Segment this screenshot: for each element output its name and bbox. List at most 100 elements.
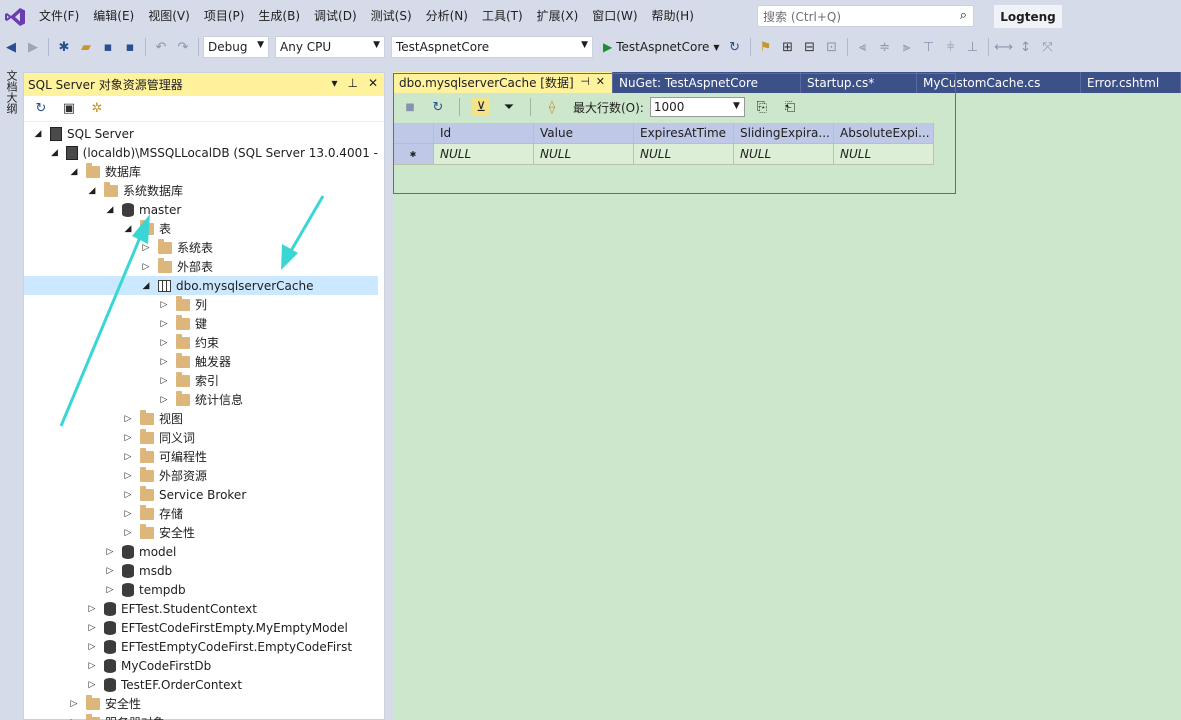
menu-item[interactable]: 生成(B): [251, 0, 307, 33]
menu-item[interactable]: 调试(D): [307, 0, 364, 33]
make-same-height-icon[interactable]: ↕: [1017, 38, 1035, 56]
solution-platform-dropdown[interactable]: Any CPU ▼: [275, 36, 385, 58]
expand-arrow-icon[interactable]: ▷: [158, 338, 170, 348]
column-header[interactable]: Value: [534, 123, 634, 144]
grid-cell[interactable]: NULL: [634, 144, 734, 165]
tree-node[interactable]: ▷ 键: [24, 314, 378, 333]
menu-item[interactable]: 工具(T): [475, 0, 530, 33]
redo-icon[interactable]: ↷: [174, 38, 192, 56]
document-tab[interactable]: NuGet: TestAspnetCore: [613, 72, 801, 93]
tree-node[interactable]: ▷服务器对象: [24, 713, 378, 720]
column-header[interactable]: AbsoluteExpi...: [834, 123, 934, 144]
grid-corner[interactable]: [393, 123, 434, 144]
account-button[interactable]: Logteng: [994, 5, 1062, 28]
tree-node[interactable]: ▷ Service Broker: [24, 485, 378, 504]
new-project-icon[interactable]: ✱: [55, 38, 73, 56]
tree-node[interactable]: ▷ EFTestEmptyCodeFirst.EmptyCodeFirst: [24, 637, 378, 656]
tree-node[interactable]: ▷ 安全性: [24, 523, 378, 542]
tree-node[interactable]: ▷ msdb: [24, 561, 378, 580]
add-server-icon[interactable]: ▣: [60, 100, 78, 118]
pin-icon[interactable]: ⊥: [347, 76, 357, 90]
make-same-size-icon[interactable]: ⤧: [1039, 38, 1057, 56]
search-icon[interactable]: ⌕: [960, 8, 967, 23]
tree-node[interactable]: ◢ SQL Server: [24, 124, 378, 143]
navigate-back-icon[interactable]: ◀: [2, 38, 20, 56]
undo-icon[interactable]: ↶: [152, 38, 170, 56]
startup-project-dropdown[interactable]: TestAspnetCore ▼: [391, 36, 593, 58]
expand-arrow-icon[interactable]: ▷: [158, 357, 170, 367]
visual-studio-logo-icon[interactable]: [2, 4, 28, 30]
tree-node[interactable]: ◢ master: [24, 200, 378, 219]
menu-item[interactable]: 编辑(E): [86, 0, 141, 33]
tree-node[interactable]: ▷ 外部资源: [24, 466, 378, 485]
align-center-icon[interactable]: ≑: [876, 38, 894, 56]
tree-node[interactable]: ▷ 可编程性: [24, 447, 378, 466]
document-outline-tab[interactable]: 文档大纲: [3, 70, 19, 114]
browser-link-icon[interactable]: ⚑: [757, 38, 775, 56]
refresh-icon[interactable]: ↻: [32, 100, 50, 118]
tree-node[interactable]: ▷ 安全性: [24, 694, 378, 713]
expand-arrow-icon[interactable]: ▷: [122, 414, 134, 424]
start-debugging-button[interactable]: ▶ TestAspnetCore ▼: [603, 40, 720, 54]
tree-node[interactable]: ▷ 约束: [24, 333, 378, 352]
expand-arrow-icon[interactable]: ▷: [140, 262, 152, 272]
open-file-icon[interactable]: ▰: [77, 38, 95, 56]
expand-arrow-icon[interactable]: ▷: [122, 509, 134, 519]
refresh-icon[interactable]: ↻: [726, 38, 744, 56]
script-icon[interactable]: ⟠: [543, 98, 561, 116]
column-header[interactable]: Id: [434, 123, 534, 144]
expand-arrow-icon[interactable]: ▷: [122, 528, 134, 538]
tree-node[interactable]: ▷ model: [24, 542, 378, 561]
filter-sort-icon[interactable]: ⊻: [472, 98, 490, 116]
expand-arrow-icon[interactable]: ▷: [86, 623, 98, 633]
stop-icon[interactable]: ■: [401, 98, 419, 116]
tree-node[interactable]: ▷ EFTestCodeFirstEmpty.MyEmptyModel: [24, 618, 378, 637]
tree-node[interactable]: ◢ 系统数据库: [24, 181, 378, 200]
table-row[interactable]: ✱ NULL NULL NULL NULL NULL: [393, 144, 934, 165]
collapse-arrow-icon[interactable]: ◢: [104, 205, 116, 215]
document-tab[interactable]: Error.cshtml: [1081, 72, 1181, 93]
close-tab-icon[interactable]: ✕: [596, 75, 605, 88]
collapse-arrow-icon[interactable]: ◢: [122, 224, 134, 234]
menu-item[interactable]: 项目(P): [197, 0, 252, 33]
expand-arrow-icon[interactable]: ▷: [86, 680, 98, 690]
menu-item[interactable]: 视图(V): [141, 0, 197, 33]
tree-node[interactable]: ▷ 同义词: [24, 428, 378, 447]
expand-arrow-icon[interactable]: ▷: [86, 642, 98, 652]
expand-arrow-icon[interactable]: ▷: [86, 661, 98, 671]
format-icon[interactable]: ⊞: [779, 38, 797, 56]
collapse-arrow-icon[interactable]: ◢: [68, 167, 80, 177]
save-icon[interactable]: ▪: [99, 38, 117, 56]
tree-node[interactable]: ◢ 表: [24, 219, 378, 238]
expand-arrow-icon[interactable]: ▷: [86, 604, 98, 614]
tree-node[interactable]: ▷ 索引: [24, 371, 378, 390]
max-rows-dropdown[interactable]: 1000 ▼: [649, 97, 745, 117]
tree-node[interactable]: ◢ 数据库: [24, 162, 378, 181]
expand-arrow-icon[interactable]: ▷: [122, 452, 134, 462]
document-tab[interactable]: dbo.mysqlserverCache [数据] ⊣ ✕: [393, 72, 613, 93]
expand-arrow-icon[interactable]: ▷: [68, 699, 80, 709]
tree-node[interactable]: ◢ dbo.mysqlserverCache: [24, 276, 378, 295]
column-header[interactable]: ExpiresAtTime: [634, 123, 734, 144]
export-icon[interactable]: ⎗: [781, 98, 799, 116]
tree-node[interactable]: ▷ 视图: [24, 409, 378, 428]
align-left-icon[interactable]: ⫷: [854, 38, 872, 56]
collapse-arrow-icon[interactable]: ◢: [32, 129, 44, 139]
column-header[interactable]: SlidingExpira...: [734, 123, 834, 144]
expand-arrow-icon[interactable]: ▷: [104, 547, 116, 557]
tree-node[interactable]: ▷ tempdb: [24, 580, 378, 599]
document-tab[interactable]: Startup.cs*: [801, 72, 917, 93]
menu-item[interactable]: 帮助(H): [645, 0, 701, 33]
align-bottom-icon[interactable]: ⊥: [964, 38, 982, 56]
grid-cell[interactable]: NULL: [734, 144, 834, 165]
solution-configuration-dropdown[interactable]: Debug ▼: [203, 36, 269, 58]
tree-node[interactable]: ▷ MyCodeFirstDb: [24, 656, 378, 675]
pin-tab-icon[interactable]: ⊣: [580, 75, 590, 88]
search-input[interactable]: 搜索 (Ctrl+Q) ⌕: [757, 5, 974, 27]
menu-item[interactable]: 文件(F): [32, 0, 86, 33]
window-position-icon[interactable]: ▾: [331, 76, 337, 90]
expand-arrow-icon[interactable]: ▷: [158, 395, 170, 405]
tree-node[interactable]: ▷ TestEF.OrderContext: [24, 675, 378, 694]
expand-arrow-icon[interactable]: ▷: [158, 300, 170, 310]
collapse-arrow-icon[interactable]: ◢: [86, 186, 98, 196]
